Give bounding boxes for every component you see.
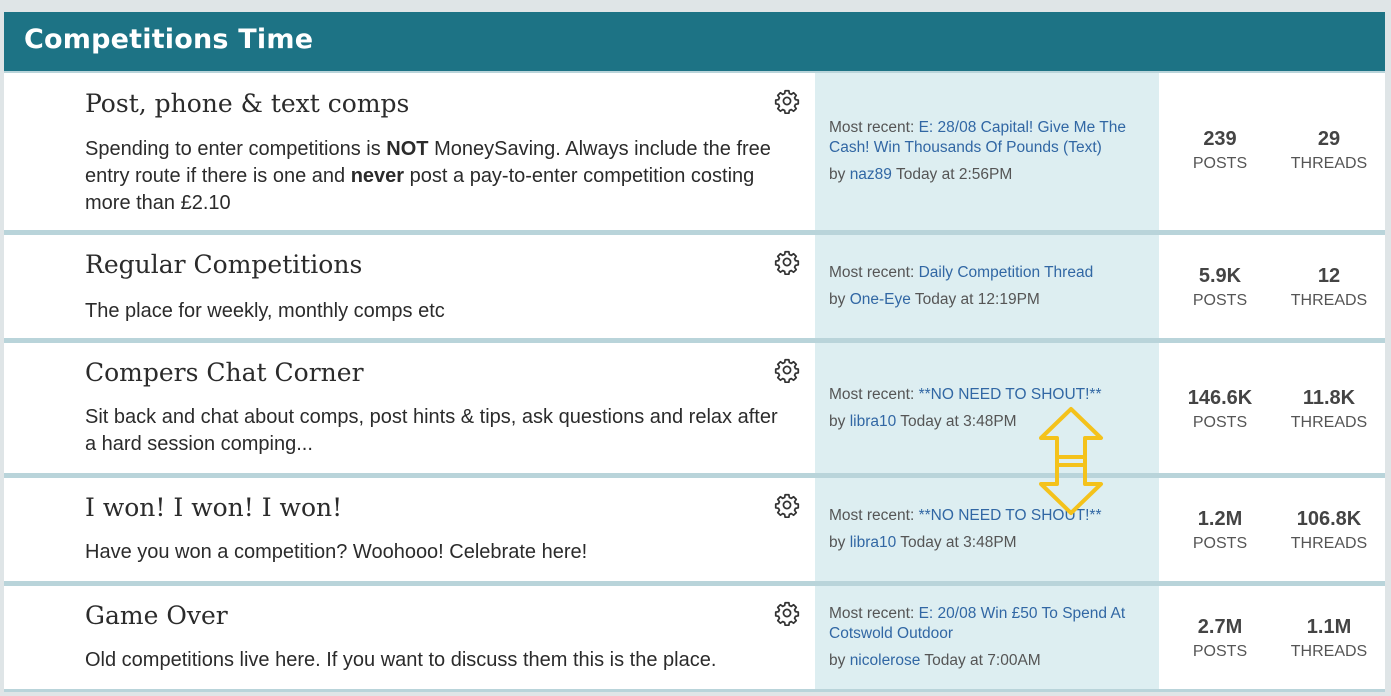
threads-stat: 12 THREADS [1290, 265, 1368, 309]
recent-by-line: by One-Eye Today at 12:19PM [829, 291, 1040, 308]
gear-icon[interactable] [774, 357, 800, 383]
gear-icon[interactable] [774, 492, 800, 518]
recent-thread-link[interactable]: Daily Competition Thread [919, 264, 1094, 281]
recent-user-link[interactable]: nicolerose [850, 652, 921, 669]
forum-description: Have you won a competition? Woohooo! Cel… [85, 541, 588, 563]
recent-by-line: by naz89 Today at 2:56PM [829, 166, 1013, 183]
forum-category-panel: Competitions Time Post, phone & text com… [4, 12, 1385, 692]
forum-main: Post, phone & text comps Spending to ent… [4, 73, 815, 230]
posts-stat: 1.2M POSTS [1192, 508, 1248, 552]
gear-icon[interactable] [774, 249, 800, 275]
posts-stat: 5.9K POSTS [1192, 265, 1248, 309]
forum-title-link[interactable]: Compers Chat Corner [85, 358, 364, 387]
forum-description: Sit back and chat about comps, post hint… [85, 406, 778, 455]
posts-stat: 2.7M POSTS [1192, 616, 1248, 660]
forum-main: Compers Chat Corner Sit back and chat ab… [4, 343, 815, 473]
stats-cell: 239 POSTS 29 THREADS [1159, 73, 1385, 230]
threads-stat: 11.8K THREADS [1290, 387, 1368, 431]
gear-icon[interactable] [774, 88, 800, 114]
category-header: Competitions Time [4, 12, 1385, 71]
recent-by-line: by nicolerose Today at 7:00AM [829, 652, 1041, 669]
most-recent-cell: Most recent: E: 20/08 Win £50 To Spend A… [815, 586, 1159, 689]
threads-stat: 1.1M THREADS [1290, 616, 1368, 660]
forum-title-link[interactable]: Regular Competitions [85, 250, 362, 279]
most-recent-cell: Most recent: E: 28/08 Capital! Give Me T… [815, 73, 1159, 230]
forum-main: Regular Competitions The place for weekl… [4, 235, 815, 338]
forum-main: Game Over Old competitions live here. If… [4, 586, 815, 689]
forum-description: Spending to enter competitions is NOT Mo… [85, 138, 771, 214]
forum-description: The place for weekly, monthly comps etc [85, 300, 445, 322]
forum-title-link[interactable]: Post, phone & text comps [85, 89, 409, 118]
forum-row: Post, phone & text comps Spending to ent… [4, 73, 1385, 230]
posts-stat: 146.6K POSTS [1187, 387, 1253, 431]
threads-stat: 29 THREADS [1290, 128, 1368, 172]
stats-cell: 1.2M POSTS 106.8K THREADS [1159, 478, 1385, 581]
recent-by-line: by libra10 Today at 3:48PM [829, 534, 1017, 551]
double-arrow-icon [1038, 406, 1104, 516]
recent-thread-link[interactable]: **NO NEED TO SHOUT!** [919, 386, 1102, 403]
forum-row: Compers Chat Corner Sit back and chat ab… [4, 343, 1385, 473]
threads-stat: 106.8K THREADS [1290, 508, 1368, 552]
most-recent-line: Most recent: Daily Competition Thread [829, 264, 1094, 281]
recent-user-link[interactable]: One-Eye [850, 291, 911, 308]
recent-user-link[interactable]: libra10 [850, 534, 897, 551]
stats-cell: 146.6K POSTS 11.8K THREADS [1159, 343, 1385, 473]
forum-row: Regular Competitions The place for weekl… [4, 235, 1385, 338]
forum-main: I won! I won! I won! Have you won a comp… [4, 478, 815, 581]
recent-user-link[interactable]: libra10 [850, 413, 897, 430]
category-title[interactable]: Competitions Time [24, 24, 313, 55]
forum-row: Game Over Old competitions live here. If… [4, 586, 1385, 689]
forum-title-link[interactable]: I won! I won! I won! [85, 493, 342, 522]
stats-cell: 5.9K POSTS 12 THREADS [1159, 235, 1385, 338]
most-recent-line: Most recent: **NO NEED TO SHOUT!** [829, 507, 1102, 524]
stats-cell: 2.7M POSTS 1.1M THREADS [1159, 586, 1385, 689]
forum-title-link[interactable]: Game Over [85, 601, 228, 630]
most-recent-line: Most recent: E: 28/08 Capital! Give Me T… [829, 119, 1126, 156]
recent-user-link[interactable]: naz89 [850, 166, 892, 183]
most-recent-cell: Most recent: Daily Competition Thread by… [815, 235, 1159, 338]
recent-by-line: by libra10 Today at 3:48PM [829, 413, 1017, 430]
most-recent-line: Most recent: E: 20/08 Win £50 To Spend A… [829, 605, 1126, 642]
forum-row: I won! I won! I won! Have you won a comp… [4, 478, 1385, 581]
most-recent-cell: Most recent: **NO NEED TO SHOUT!** by li… [815, 343, 1159, 473]
forum-description: Old competitions live here. If you want … [85, 649, 717, 671]
posts-stat: 239 POSTS [1192, 128, 1248, 172]
most-recent-line: Most recent: **NO NEED TO SHOUT!** [829, 386, 1102, 403]
most-recent-cell: Most recent: **NO NEED TO SHOUT!** by li… [815, 478, 1159, 581]
gear-icon[interactable] [774, 600, 800, 626]
